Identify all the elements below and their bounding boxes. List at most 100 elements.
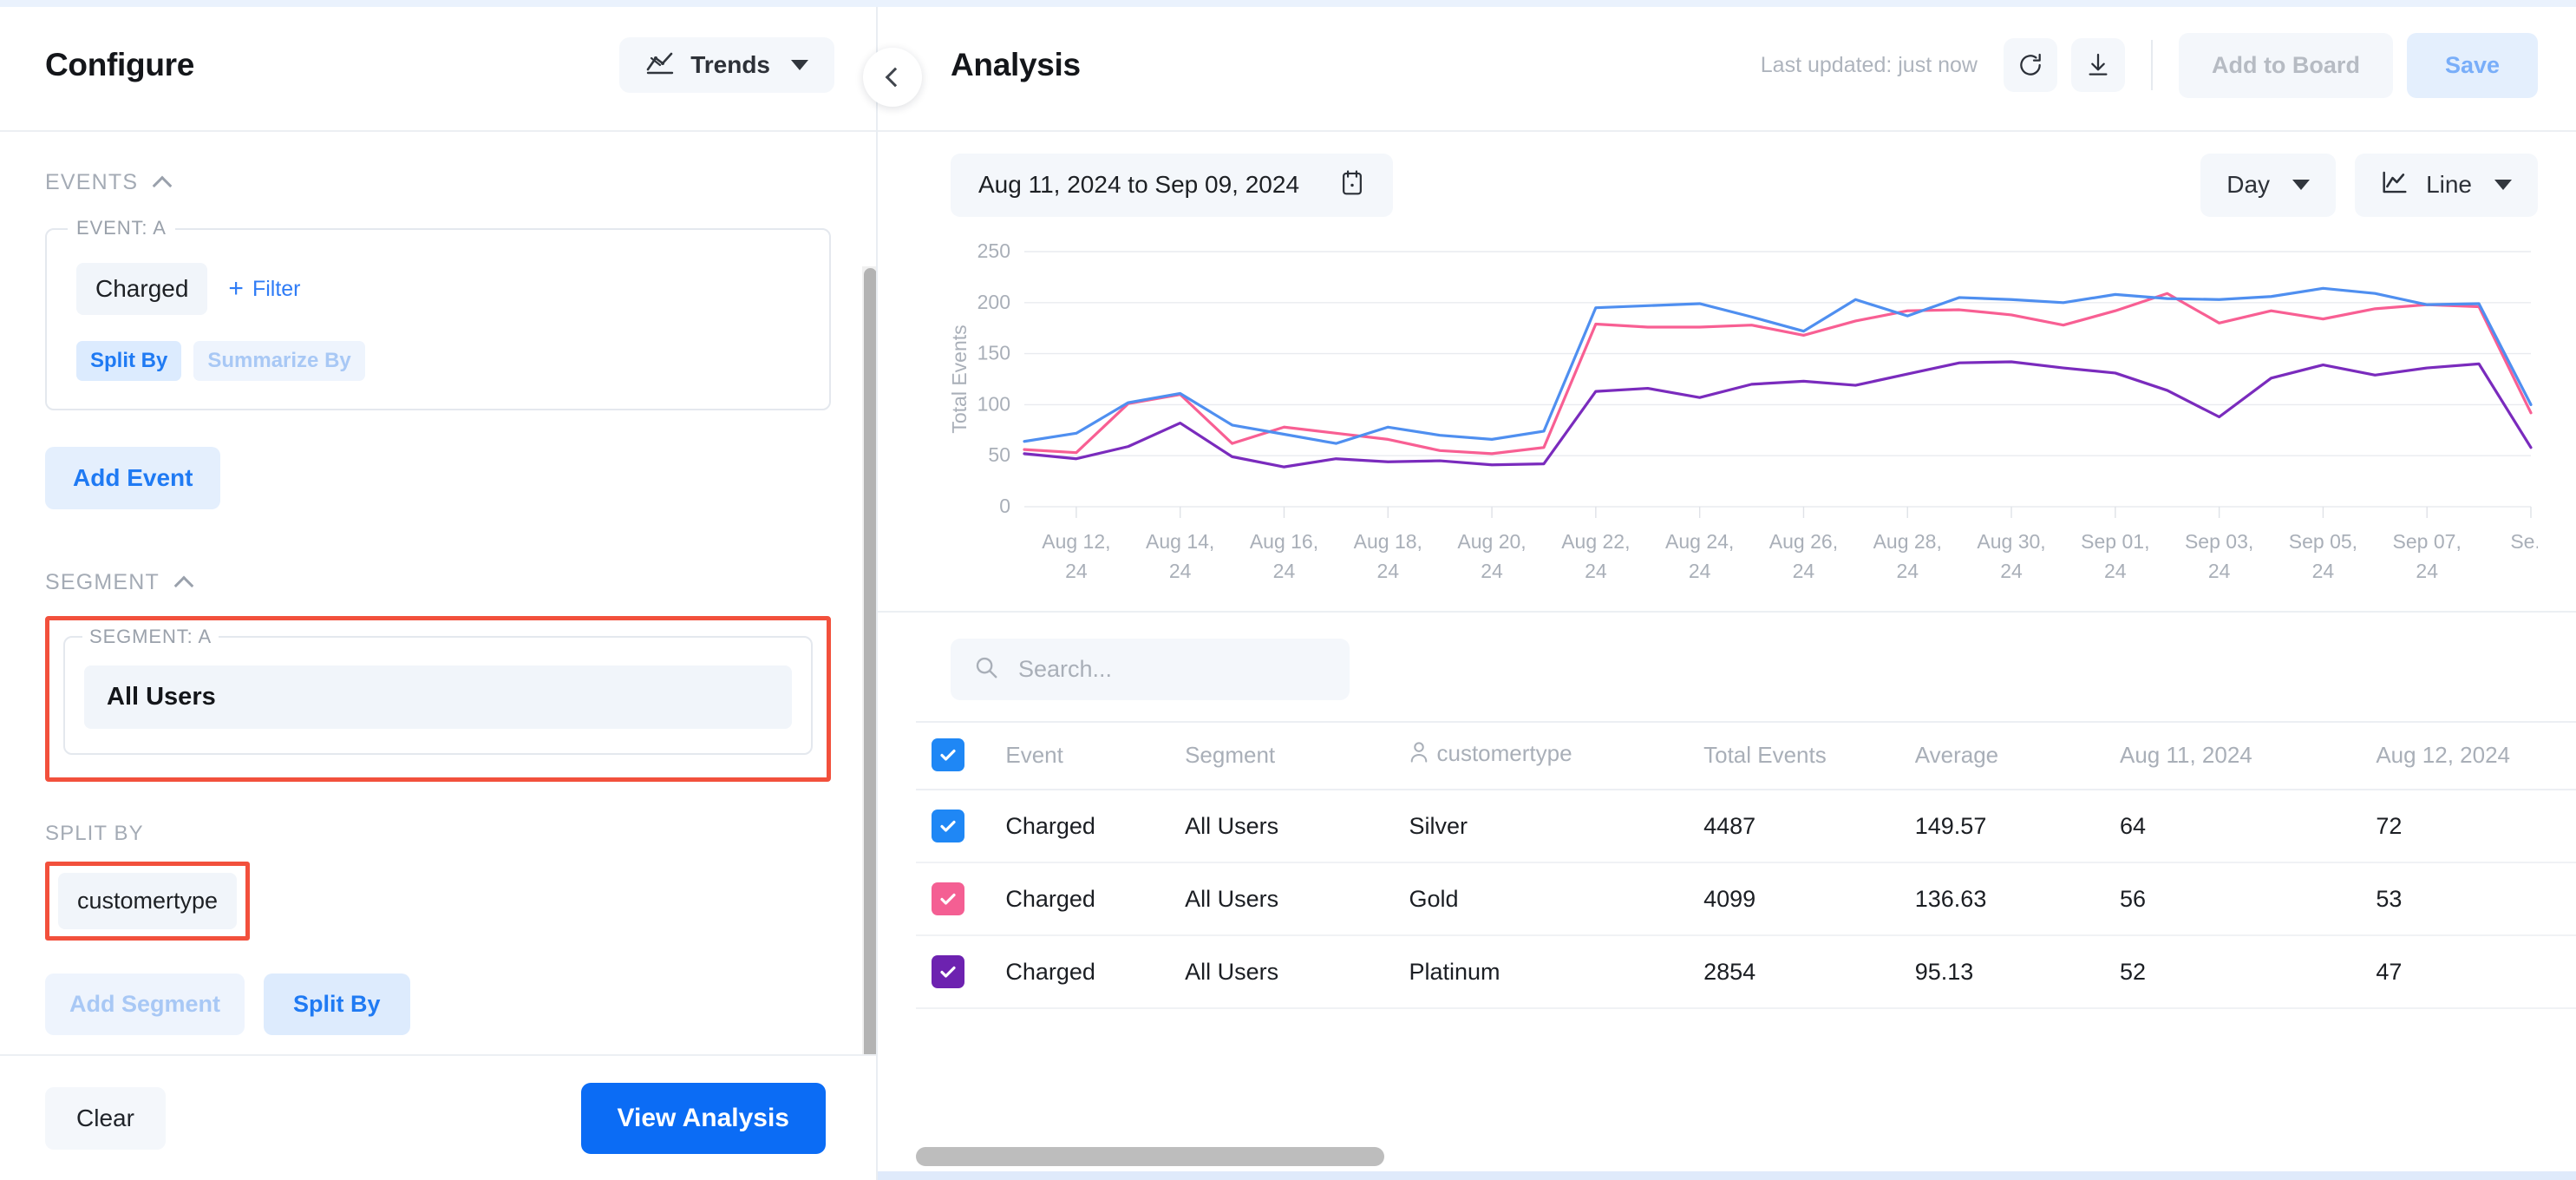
event-a-card: EVENT: A Charged + Filter Split By Summa… — [45, 228, 831, 410]
search-input[interactable] — [1018, 656, 1327, 683]
table-scroll-container[interactable]: Event Segment customertype To — [916, 721, 2576, 1009]
cell-segment: All Users — [1185, 790, 1409, 862]
row-checkbox[interactable] — [932, 882, 964, 915]
segment-section-header[interactable]: SEGMENT — [45, 570, 831, 595]
x-axis-tick-label: 24 — [2312, 560, 2335, 582]
table-scrollbar-thumb[interactable] — [916, 1147, 1384, 1166]
chevron-down-icon — [2292, 180, 2310, 190]
x-axis-tick-label: 24 — [1689, 560, 1711, 582]
analysis-header-actions: Last updated: just now Add to Board — [1761, 33, 2538, 98]
x-axis-tick-label: Aug 18, — [1354, 530, 1422, 553]
col-header-date-1[interactable]: Aug 12, 2024 — [2376, 722, 2576, 790]
table-header-row: Event Segment customertype To — [916, 722, 2576, 790]
last-updated-text: Last updated: just now — [1761, 53, 1978, 78]
configure-body: EVENTS EVENT: A Charged + Filter Split B… — [0, 132, 876, 1054]
chevron-down-icon — [2494, 180, 2512, 190]
table-row[interactable]: ChargedAll UsersPlatinum285495.135247598… — [916, 935, 2576, 1008]
results-table: Event Segment customertype To — [916, 721, 2576, 1009]
row-checkbox[interactable] — [932, 955, 964, 988]
segment-a-legend: SEGMENT: A — [82, 626, 219, 648]
analysis-panel: Analysis Last updated: just now — [878, 0, 2576, 1180]
configure-scrollbar-thumb[interactable] — [864, 268, 876, 1054]
configure-scrollbar[interactable] — [862, 266, 876, 1054]
x-axis-tick-label: Sep 07, — [2393, 530, 2462, 553]
cell-date-0: 56 — [2120, 862, 2376, 935]
events-section-header[interactable]: EVENTS — [45, 170, 831, 195]
cell-customertype: Silver — [1409, 790, 1703, 862]
col-header-event[interactable]: Event — [1005, 722, 1185, 790]
customertype-highlight: customertype — [45, 862, 250, 941]
view-analysis-button[interactable]: View Analysis — [581, 1083, 826, 1154]
x-axis-tick-label: Aug 16, — [1250, 530, 1318, 553]
table-row[interactable]: ChargedAll UsersGold4099136.635653101110… — [916, 862, 2576, 935]
cell-average: 95.13 — [1915, 935, 2120, 1008]
x-axis-tick-label: 24 — [2416, 560, 2438, 582]
chart-line-platinum[interactable] — [1024, 362, 2531, 467]
chart-type-label: Line — [2426, 171, 2472, 199]
add-to-board-button[interactable]: Add to Board — [2179, 33, 2393, 98]
add-filter-link[interactable]: + Filter — [228, 276, 300, 302]
cell-event: Charged — [1005, 862, 1185, 935]
segment-section: SEGMENT SEGMENT: A All Users SPLIT BY cu… — [45, 570, 831, 1035]
x-axis-tick-label: Aug 14, — [1146, 530, 1214, 553]
row-checkbox[interactable] — [932, 810, 964, 842]
search-box[interactable] — [951, 639, 1350, 700]
add-event-button[interactable]: Add Event — [45, 447, 220, 509]
collapse-panel-button[interactable] — [863, 48, 922, 107]
y-axis-tick-label: 0 — [999, 495, 1010, 517]
chart-line-silver[interactable] — [1024, 288, 2531, 443]
event-split-by-chip[interactable]: Split By — [76, 341, 181, 381]
download-icon — [2084, 51, 2112, 79]
analysis-title: Analysis — [951, 47, 1081, 83]
x-axis-tick-label: 24 — [2208, 560, 2231, 582]
chart-type-dropdown[interactable]: Line — [2355, 154, 2538, 217]
download-button[interactable] — [2071, 38, 2125, 92]
bottom-accent-strip — [878, 1171, 2576, 1180]
x-axis-tick-label: Aug 20, — [1457, 530, 1526, 553]
save-button[interactable]: Save — [2407, 33, 2538, 98]
x-axis-tick-label: Aug 26, — [1769, 530, 1838, 553]
split-by-button[interactable]: Split By — [264, 974, 410, 1035]
x-axis-tick-label: Sep 05, — [2289, 530, 2357, 553]
trends-dropdown[interactable]: Trends — [619, 37, 834, 93]
col-header-date-0[interactable]: Aug 11, 2024 — [2120, 722, 2376, 790]
select-all-checkbox[interactable] — [932, 738, 964, 771]
x-axis-tick-label: Sep 01, — [2081, 530, 2149, 553]
y-axis-title: Total Events — [951, 324, 971, 433]
col-header-customertype[interactable]: customertype — [1409, 722, 1703, 790]
table-horizontal-scrollbar[interactable] — [916, 1147, 2576, 1166]
cell-segment: All Users — [1185, 862, 1409, 935]
col-header-average[interactable]: Average — [1915, 722, 2120, 790]
cell-total-events: 4487 — [1703, 790, 1915, 862]
event-name-chip[interactable]: Charged — [76, 263, 207, 315]
split-by-label: SPLIT BY — [45, 822, 831, 846]
segment-a-highlight: SEGMENT: A All Users — [45, 616, 831, 782]
granularity-dropdown[interactable]: Day — [2200, 154, 2336, 217]
col-header-segment[interactable]: Segment — [1185, 722, 1409, 790]
analytics-app: Configure Trends EVENTS — [0, 0, 2576, 1180]
split-by-property-chip[interactable]: customertype — [58, 873, 237, 929]
refresh-button[interactable] — [2004, 38, 2057, 92]
event-summarize-by-chip[interactable]: Summarize By — [193, 341, 364, 381]
x-axis-tick-label: 24 — [2104, 560, 2127, 582]
cell-event: Charged — [1005, 935, 1185, 1008]
segment-section-label: SEGMENT — [45, 570, 160, 595]
trends-label: Trends — [690, 51, 770, 79]
header-divider — [2151, 40, 2153, 90]
x-axis-tick-label: 24 — [1481, 560, 1503, 582]
y-axis-tick-label: 100 — [977, 392, 1010, 415]
x-axis-tick-label: Sep 03, — [2185, 530, 2253, 553]
y-axis-tick-label: 250 — [977, 239, 1010, 262]
col-header-total-events[interactable]: Total Events — [1703, 722, 1915, 790]
add-segment-button[interactable]: Add Segment — [45, 974, 245, 1035]
x-axis-tick-label: 24 — [1793, 560, 1815, 582]
results-table-block: Event Segment customertype To — [878, 611, 2576, 1180]
cell-date-1: 53 — [2376, 862, 2576, 935]
configure-header: Configure Trends — [0, 0, 876, 132]
cell-customertype: Gold — [1409, 862, 1703, 935]
clear-button[interactable]: Clear — [45, 1087, 166, 1150]
x-axis-tick-label: Aug 12, — [1042, 530, 1110, 553]
table-row[interactable]: ChargedAll UsersSilver4487149.5764721021… — [916, 790, 2576, 862]
segment-value-chip[interactable]: All Users — [84, 665, 792, 729]
date-range-picker[interactable]: Aug 11, 2024 to Sep 09, 2024 — [951, 154, 1393, 217]
